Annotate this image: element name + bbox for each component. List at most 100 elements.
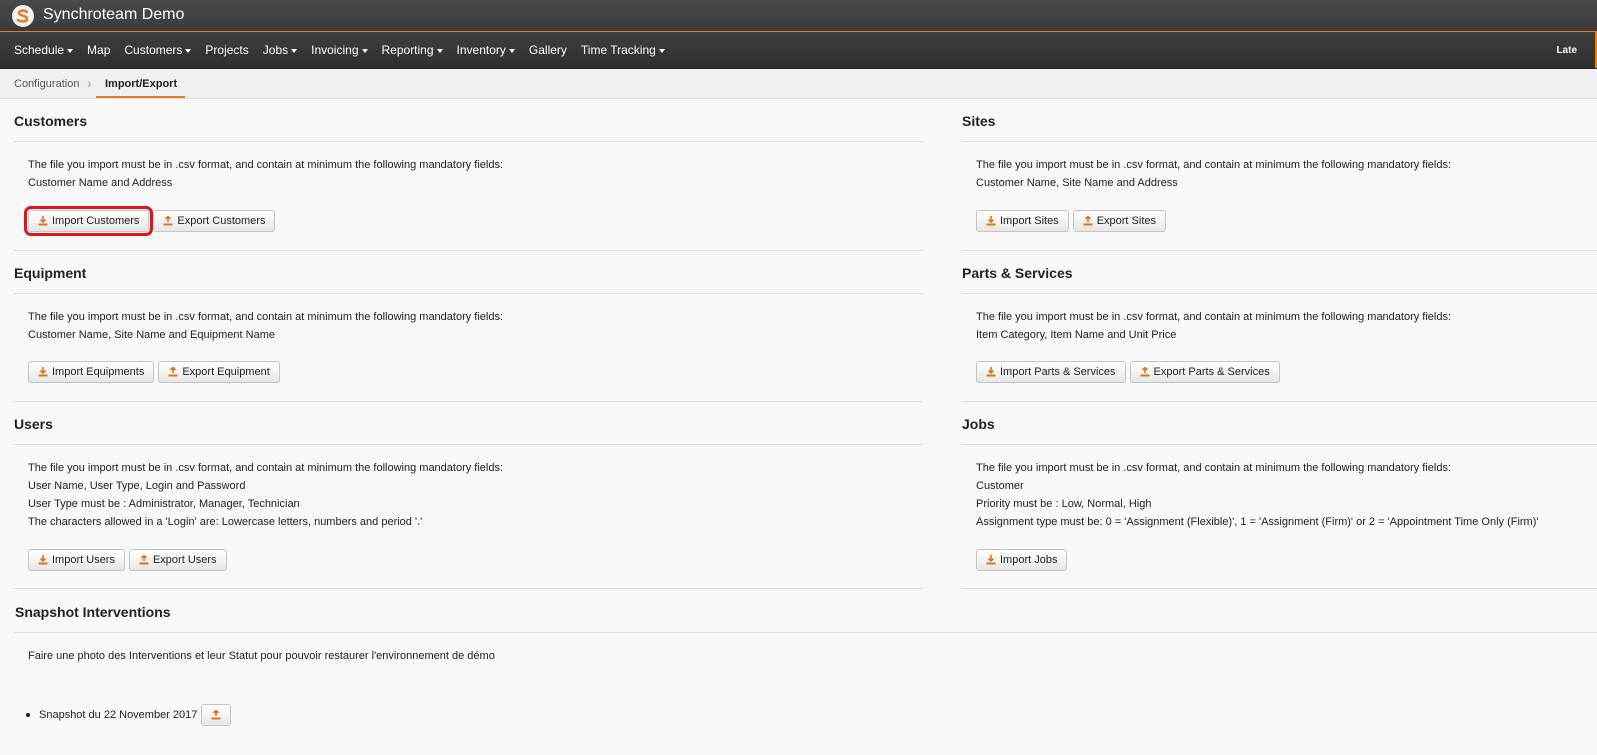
parts-desc-line1: The file you import must be in .csv form… (976, 311, 1452, 323)
logo-icon (16, 9, 29, 23)
export-parts-services-button[interactable]: Export Parts & Services (1129, 361, 1280, 383)
snapshot-section: Snapshot Interventions Faire une photo d… (15, 604, 1597, 754)
customers-section: Customers The file you import must be in… (14, 113, 923, 253)
nav-item-map[interactable]: Map (80, 32, 117, 68)
breadcrumb-import-export[interactable]: Import/Export (105, 78, 177, 90)
snapshot-title: Snapshot Interventions (15, 604, 171, 620)
nav-item-time-tracking[interactable]: Time Tracking (574, 32, 672, 68)
equipment-section: Equipment The file you import must be in… (14, 265, 923, 405)
synchroteam-logo[interactable] (12, 5, 34, 27)
customers-desc-line2: Customer Name and Address (28, 177, 173, 189)
parts-services-divider (962, 401, 1597, 402)
snapshot-upload-button[interactable] (201, 704, 232, 726)
caret-down-icon (67, 48, 74, 53)
users-desc-line3: User Type must be : Administrator, Manag… (28, 498, 300, 510)
nav-item-inventory[interactable]: Inventory (450, 32, 522, 68)
equipment-title: Equipment (14, 265, 87, 281)
jobs-desc-line1: The file you import must be in .csv form… (976, 462, 1452, 474)
download-icon (986, 555, 996, 565)
users-desc-line4: The characters allowed in a 'Login' are:… (28, 516, 423, 528)
nav-item-jobs[interactable]: Jobs (256, 32, 304, 68)
sites-desc-line1: The file you import must be in .csv form… (976, 159, 1452, 171)
equipment-divider (14, 401, 923, 402)
sites-desc-line2: Customer Name, Site Name and Address (976, 177, 1178, 189)
nav-item-reporting[interactable]: Reporting (375, 32, 450, 68)
download-icon (986, 216, 996, 226)
customers-buttons: Import Customers Export Customers (23, 206, 276, 236)
equipment-rule (14, 293, 923, 294)
nav-item-label: Reporting (381, 43, 434, 57)
download-icon (38, 216, 48, 226)
nav-item-label: Projects (205, 43, 249, 57)
export-sites-button[interactable]: Export Sites (1072, 210, 1166, 232)
caret-down-icon (436, 48, 443, 53)
breadcrumb: Configuration › Import/Export (0, 69, 1597, 99)
export-customers-button[interactable]: Export Customers (153, 210, 276, 232)
snapshot-description: Faire une photo des Interventions et leu… (28, 650, 495, 662)
nav-late[interactable]: Late (1556, 32, 1577, 68)
sites-buttons: Import Sites Export Sites (976, 210, 1166, 232)
parts-services-title: Parts & Services (962, 265, 1073, 281)
sites-divider (962, 250, 1597, 251)
parts-services-rule (962, 293, 1597, 294)
nav-item-label: Jobs (262, 43, 289, 57)
breadcrumb-separator-icon: › (87, 75, 92, 91)
parts-services-description: The file you import must be in .csv form… (976, 308, 1451, 344)
upload-icon (168, 367, 178, 377)
list-bullet (26, 713, 30, 717)
customers-title: Customers (14, 113, 88, 129)
snapshot-list: Snapshot du 22 November 2017 (26, 704, 232, 726)
export-users-button[interactable]: Export Users (128, 549, 227, 571)
title-bar: Synchroteam Demo (0, 0, 1597, 32)
import-users-button[interactable]: Import Users (28, 549, 125, 571)
nav-item-customers[interactable]: Customers (117, 32, 198, 68)
equipment-desc-line1: The file you import must be in .csv form… (28, 311, 504, 323)
customers-divider (14, 250, 923, 251)
sites-title: Sites (962, 113, 996, 129)
jobs-section: Jobs The file you import must be in .csv… (962, 416, 1597, 591)
import-customers-button[interactable]: Import Customers (23, 206, 154, 236)
nav-item-label: Inventory (456, 43, 506, 57)
sites-section: Sites The file you import must be in .cs… (962, 113, 1597, 253)
nav-item-projects[interactable]: Projects (198, 32, 255, 68)
upload-icon (1140, 367, 1150, 377)
nav-item-gallery[interactable]: Gallery (522, 32, 574, 68)
parts-services-section: Parts & Services The file you import mus… (962, 265, 1597, 405)
nav-item-label: Schedule (14, 43, 65, 57)
parts-services-buttons: Import Parts & Services Export Parts & S… (976, 361, 1280, 383)
upload-icon (211, 710, 221, 720)
users-buttons: Import Users Export Users (28, 549, 227, 571)
main-nav: Schedule Map Customers Projects Jobs Invoicin… (0, 32, 1597, 69)
upload-icon (139, 555, 149, 565)
jobs-divider (962, 588, 1597, 589)
nav-item-schedule[interactable]: Schedule (7, 32, 80, 68)
jobs-desc-line2: Customer (976, 480, 1024, 492)
users-description: The file you import must be in .csv form… (28, 459, 503, 531)
import-equipments-button[interactable]: Import Equipments (28, 361, 155, 383)
nav-item-invoicing[interactable]: Invoicing (304, 32, 374, 68)
sites-description: The file you import must be in .csv form… (976, 156, 1451, 192)
nav-item-label: Time Tracking (580, 43, 656, 57)
nav-item-label: Map (87, 43, 111, 57)
equipment-buttons: Import Equipments Export Equipment (28, 361, 280, 383)
users-desc-line1: The file you import must be in .csv form… (28, 462, 504, 474)
users-title: Users (14, 416, 53, 432)
equipment-description: The file you import must be in .csv form… (28, 308, 503, 344)
nav-item-label: Invoicing (311, 43, 359, 57)
jobs-desc-line4: Assignment type must be: 0 = 'Assignment… (976, 516, 1539, 528)
caret-down-icon (508, 48, 515, 53)
caret-down-icon (361, 48, 368, 53)
import-sites-button[interactable]: Import Sites (976, 210, 1069, 232)
export-equipment-button[interactable]: Export Equipment (158, 361, 280, 383)
parts-desc-line2: Item Category, Item Name and Unit Price (976, 329, 1177, 341)
sites-rule (962, 141, 1597, 142)
breadcrumb-configuration[interactable]: Configuration (14, 78, 79, 90)
equipment-desc-line2: Customer Name, Site Name and Equipment N… (28, 329, 275, 341)
customers-description: The file you import must be in .csv form… (28, 156, 503, 192)
caret-down-icon (291, 48, 298, 53)
import-parts-services-button[interactable]: Import Parts & Services (976, 361, 1126, 383)
customers-desc-line1: The file you import must be in .csv form… (28, 159, 504, 171)
nav-item-label: Gallery (528, 43, 567, 57)
nav-items: Schedule Map Customers Projects Jobs Invoicin… (7, 32, 672, 68)
import-jobs-button[interactable]: Import Jobs (976, 549, 1068, 571)
